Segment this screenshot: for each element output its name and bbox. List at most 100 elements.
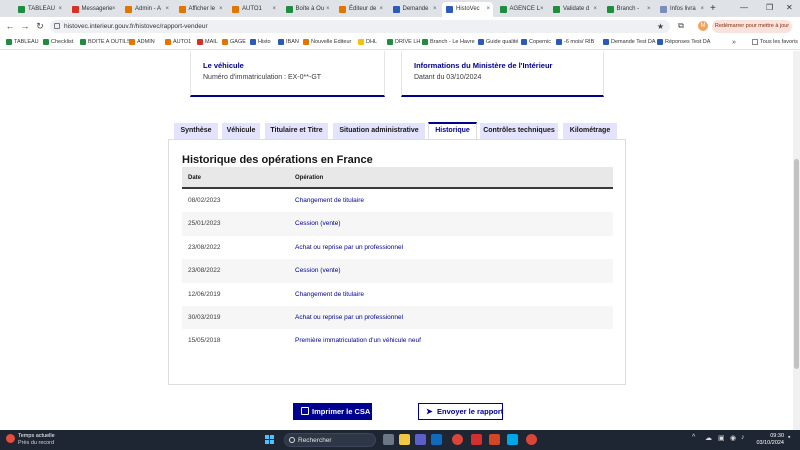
skype-icon[interactable] <box>507 434 518 445</box>
volume-icon[interactable]: ♪ <box>741 434 745 441</box>
tab-historique[interactable]: Historique <box>428 122 477 140</box>
page-scrollbar[interactable] <box>793 51 800 430</box>
scrollbar-thumb[interactable] <box>794 159 799 369</box>
minimize-icon[interactable]: — <box>740 3 748 12</box>
bookmark-item[interactable]: DHL <box>358 36 377 49</box>
browser-tab[interactable]: Admin - A × <box>121 2 172 17</box>
browser-tab[interactable]: Infos livra × <box>656 2 707 17</box>
close-tab-icon[interactable]: × <box>326 2 330 17</box>
site-info-icon[interactable] <box>54 23 60 29</box>
close-tab-icon[interactable]: × <box>593 2 597 17</box>
powerpoint-icon[interactable] <box>489 434 500 445</box>
bookmark-item[interactable]: Guide qualité <box>478 36 518 49</box>
bookmark-item[interactable]: TABLEAU <box>6 36 39 49</box>
operation-date: 30/03/2019 <box>188 313 221 321</box>
bookmark-label: Demande Test DA <box>611 39 656 45</box>
bookmark-item[interactable]: Copernic <box>521 36 551 49</box>
reload-icon[interactable]: ↻ <box>34 20 46 32</box>
close-tab-icon[interactable]: × <box>647 2 651 17</box>
bookmark-item[interactable]: GAGE <box>222 36 246 49</box>
profile-avatar[interactable]: M <box>698 21 708 31</box>
teams-tray-icon[interactable]: ▣ <box>718 434 725 442</box>
bookmark-item[interactable]: Nouvelle Editeur <box>303 36 351 49</box>
clock[interactable]: 09:30 03/10/2024 <box>754 433 784 447</box>
browser-tab[interactable]: AGENCE L × <box>496 2 547 17</box>
back-icon[interactable]: ← <box>4 20 16 32</box>
outlook-icon[interactable] <box>431 434 442 445</box>
bookmark-item[interactable]: DRIVE LH <box>387 36 420 49</box>
bookmark-item[interactable]: BOITE A OUTILS <box>80 36 131 49</box>
operation-label: Première immatriculation d'un véhicule n… <box>295 337 421 345</box>
operation-label: Changement de titulaire <box>295 197 365 204</box>
forward-icon[interactable]: → <box>19 20 31 32</box>
url-field[interactable]: histovec.interieur.gouv.fr/histovec/rapp… <box>50 20 670 33</box>
close-tab-icon[interactable]: × <box>165 2 169 17</box>
browser-tab[interactable]: HistoVec × <box>442 2 493 17</box>
bookmark-star-icon[interactable]: ★ <box>657 20 664 33</box>
tab-synthese[interactable]: Synthèse <box>174 123 218 139</box>
bookmark-item[interactable]: Réponses Test DA <box>657 36 710 49</box>
close-tab-icon[interactable]: × <box>379 2 383 17</box>
new-tab-button[interactable]: + <box>710 2 716 15</box>
tray-chevron-icon[interactable]: ^ <box>692 434 695 441</box>
start-menu-icon[interactable] <box>265 435 275 445</box>
print-csa-button[interactable]: Imprimer le CSA <box>293 403 372 420</box>
file-explorer-icon[interactable] <box>399 434 410 445</box>
teams-icon[interactable] <box>415 434 426 445</box>
close-tab-icon[interactable]: × <box>486 2 490 17</box>
browser-tab[interactable]: Demande × <box>389 2 440 17</box>
close-tab-icon[interactable]: × <box>58 2 62 17</box>
close-window-icon[interactable]: ✕ <box>786 3 793 12</box>
bookmark-item[interactable]: Branch - Le Havre <box>422 36 475 49</box>
chrome-icon[interactable] <box>452 434 463 445</box>
tab-situation-administrative[interactable]: Situation administrative <box>333 123 425 139</box>
tab-controles-techniques[interactable]: Contrôles techniques <box>480 123 558 139</box>
weather-widget[interactable]: Temps actuelle Près du record <box>6 433 55 447</box>
bookmark-item[interactable]: -6 mois/ RIB <box>556 36 594 49</box>
notifications-icon[interactable]: ▪ <box>788 434 790 441</box>
onedrive-icon[interactable]: ☁ <box>705 434 712 442</box>
operation-date: 08/02/2023 <box>188 197 221 204</box>
address-bar-row: ← → ↻ histovec.interieur.gouv.fr/histove… <box>0 17 800 36</box>
all-bookmarks-link[interactable]: Tous les favoris <box>752 36 798 49</box>
bookmarks-overflow-icon[interactable]: » <box>732 36 736 49</box>
taskbar-search[interactable]: Rechercher <box>284 433 376 447</box>
browser-tab[interactable]: AUTO1 × <box>228 2 279 17</box>
tab-kilometrage[interactable]: Kilométrage <box>563 123 617 139</box>
bookmark-item[interactable]: Checklist <box>43 36 73 49</box>
browser-tab[interactable]: TABLEAU × <box>14 2 65 17</box>
browser-tab[interactable]: Boîte à Ou × <box>282 2 333 17</box>
bookmark-favicon-icon <box>80 39 86 45</box>
close-tab-icon[interactable]: × <box>540 2 544 17</box>
chrome-profile-icon[interactable] <box>526 434 537 445</box>
maximize-icon[interactable]: ❐ <box>766 3 773 12</box>
browser-tab[interactable]: Branch - × <box>603 2 654 17</box>
task-view-icon[interactable] <box>383 434 394 445</box>
bookmark-item[interactable]: ADMIN <box>129 36 155 49</box>
bookmark-item[interactable]: AUTO1 <box>165 36 191 49</box>
browser-tab[interactable]: Messagerie × <box>68 2 119 17</box>
bookmark-item[interactable]: Histo <box>250 36 271 49</box>
close-tab-icon[interactable]: × <box>700 2 704 17</box>
close-tab-icon[interactable]: × <box>433 2 437 17</box>
bookmark-item[interactable]: IBAN <box>278 36 299 49</box>
tab-vehicule[interactable]: Véhicule <box>222 123 260 139</box>
bookmark-item[interactable]: Demande Test DA <box>603 36 656 49</box>
close-tab-icon[interactable]: × <box>112 2 116 17</box>
restart-update-button[interactable]: Redémarrer pour mettre à jour <box>712 20 792 33</box>
operation-label: Achat ou reprise par un professionnel <box>295 313 404 321</box>
send-report-button[interactable]: ➤ Envoyer le rapport <box>418 403 503 420</box>
network-icon[interactable]: ◉ <box>730 434 736 442</box>
acrobat-icon[interactable] <box>471 434 482 445</box>
bookmark-label: TABLEAU <box>14 39 39 45</box>
browser-tab[interactable]: Éditeur de × <box>335 2 386 17</box>
history-panel: Historique des opérations en France Date… <box>168 139 626 385</box>
tab-titulaire[interactable]: Titulaire et Titre <box>265 123 328 139</box>
browser-tab[interactable]: Afficher le × <box>175 2 226 17</box>
bookmark-item[interactable]: MAIL <box>197 36 218 49</box>
browser-tab[interactable]: Validate d × <box>549 2 600 17</box>
close-tab-icon[interactable]: × <box>219 2 223 17</box>
bookmark-label: DRIVE LH <box>395 39 421 45</box>
extensions-icon[interactable]: ⧉ <box>676 21 686 31</box>
close-tab-icon[interactable]: × <box>272 2 276 17</box>
